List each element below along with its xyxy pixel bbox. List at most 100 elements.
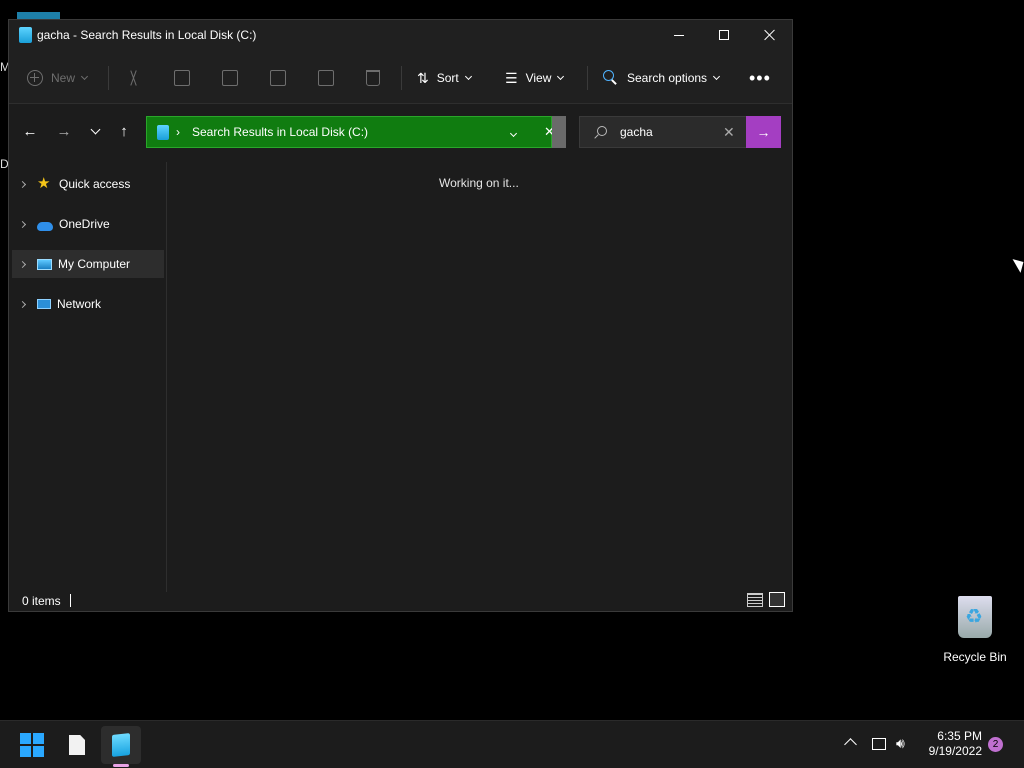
plus-icon <box>27 70 43 86</box>
network-icon <box>37 299 51 309</box>
paste-icon <box>222 70 238 86</box>
nav-item-onedrive[interactable]: OneDrive <box>12 210 164 238</box>
clock-date: 9/19/2022 <box>928 744 982 758</box>
start-button[interactable] <box>12 726 52 764</box>
sort-button[interactable]: ⇅ Sort <box>417 64 472 92</box>
chevron-right-icon[interactable] <box>18 300 27 308</box>
nav-item-label: Quick access <box>59 177 131 191</box>
explorer-icon <box>19 27 32 43</box>
search-options-button[interactable]: Search options <box>603 64 721 92</box>
nav-item-quick-access[interactable]: ★ Quick access <box>12 170 164 198</box>
delete-button[interactable] <box>366 64 380 92</box>
arrow-right-icon: → <box>56 122 72 140</box>
chevron-down-icon <box>509 129 518 138</box>
window-title: gacha - Search Results in Local Disk (C:… <box>37 28 257 42</box>
search-icon <box>594 126 607 137</box>
command-bar: New ⇅ Sort ☰ View Search options ••• <box>9 50 792 104</box>
arrow-up-icon: ↑ <box>120 122 128 140</box>
paste-button[interactable] <box>222 64 238 92</box>
navigation-pane: ★ Quick access OneDrive My Computer Netw… <box>9 162 167 592</box>
back-button[interactable]: ← <box>16 119 44 143</box>
volume-icon[interactable]: 🔊︎ <box>896 735 905 752</box>
taskbar: 🔊︎ 6:35 PM 9/19/2022 2 <box>0 720 1024 768</box>
chevron-right-icon[interactable] <box>18 220 27 228</box>
taskbar-app-notepad[interactable] <box>57 726 97 764</box>
rename-button[interactable] <box>270 64 286 92</box>
chevron-down-icon <box>557 72 565 81</box>
title-bar[interactable]: gacha - Search Results in Local Disk (C:… <box>9 20 792 50</box>
view-icon: ☰ <box>505 69 518 86</box>
recycle-bin[interactable]: Recycle Bin <box>940 596 1010 664</box>
search-results-icon <box>157 125 169 140</box>
nav-item-label: Network <box>57 297 102 311</box>
cut-button[interactable] <box>126 64 142 92</box>
chevron-right-icon[interactable] <box>18 180 27 188</box>
star-icon: ★ <box>37 175 51 192</box>
new-label: New <box>51 71 76 85</box>
share-icon <box>318 70 334 86</box>
chevron-down-icon <box>80 72 89 81</box>
clock-time: 6:35 PM <box>937 729 982 743</box>
cloud-icon <box>37 221 53 231</box>
see-more-button[interactable]: ••• <box>749 64 771 92</box>
arrow-right-icon: → <box>756 124 771 140</box>
breadcrumb-separator[interactable]: › <box>176 125 180 139</box>
maximize-icon <box>719 30 729 40</box>
notification-badge[interactable]: 2 <box>988 737 1003 752</box>
loading-status: Working on it... <box>439 176 519 190</box>
sort-label: Sort <box>436 71 459 85</box>
more-icon: ••• <box>749 67 771 88</box>
nav-item-network[interactable]: Network <box>12 290 164 318</box>
address-history-button[interactable] <box>509 125 518 139</box>
details-view-button[interactable] <box>747 593 763 607</box>
minimize-button[interactable] <box>656 20 702 50</box>
chevron-down-icon <box>90 124 100 134</box>
sort-icon: ⇅ <box>417 69 429 86</box>
minimize-icon <box>674 34 684 36</box>
chevron-down-icon <box>464 72 472 81</box>
search-input[interactable]: gacha ✕ <box>579 116 747 148</box>
close-button[interactable] <box>747 20 793 50</box>
large-icons-view-button[interactable] <box>769 592 785 607</box>
search-go-button[interactable]: → <box>746 116 781 148</box>
new-button[interactable]: New <box>27 64 89 92</box>
cut-icon <box>126 70 142 86</box>
explorer-icon <box>112 733 130 757</box>
recent-locations-button[interactable] <box>81 119 109 143</box>
forward-button[interactable]: → <box>50 119 78 143</box>
maximize-button[interactable] <box>701 20 747 50</box>
view-button[interactable]: ☰ View <box>505 64 565 92</box>
up-button[interactable]: ↑ <box>110 119 138 143</box>
search-query[interactable]: gacha <box>620 125 653 139</box>
nav-item-label: OneDrive <box>59 217 110 231</box>
copy-icon <box>174 70 190 86</box>
windows-logo-icon <box>20 733 44 757</box>
taskbar-app-file-explorer[interactable] <box>101 726 141 764</box>
divider <box>401 66 402 90</box>
arrow-left-icon: ← <box>22 122 38 140</box>
item-count: 0 items <box>22 594 61 608</box>
close-icon: ✕ <box>723 124 735 140</box>
copy-button[interactable] <box>174 64 190 92</box>
clear-search-button[interactable]: ✕ <box>723 124 735 141</box>
view-label: View <box>525 71 552 85</box>
clock[interactable]: 6:35 PM 9/19/2022 <box>918 729 982 759</box>
chevron-right-icon[interactable] <box>18 260 27 268</box>
file-icon <box>69 735 85 755</box>
divider <box>587 66 588 90</box>
address-bar[interactable]: › Search Results in Local Disk (C:) ✕ <box>146 116 555 148</box>
chevron-down-icon <box>713 72 721 81</box>
rename-icon <box>270 70 286 86</box>
search-options-icon <box>603 70 619 86</box>
mouse-pointer-icon <box>1012 255 1024 273</box>
breadcrumb-path[interactable]: Search Results in Local Disk (C:) <box>192 125 368 139</box>
network-icon[interactable] <box>872 738 886 750</box>
nav-item-my-computer[interactable]: My Computer <box>12 250 164 278</box>
divider <box>70 594 71 607</box>
close-icon <box>764 29 776 41</box>
share-button[interactable] <box>318 64 334 92</box>
show-hidden-icons-button[interactable] <box>844 738 857 751</box>
search-progress-handle <box>552 116 566 148</box>
recycle-bin-label: Recycle Bin <box>943 650 1007 664</box>
computer-icon <box>37 259 52 270</box>
